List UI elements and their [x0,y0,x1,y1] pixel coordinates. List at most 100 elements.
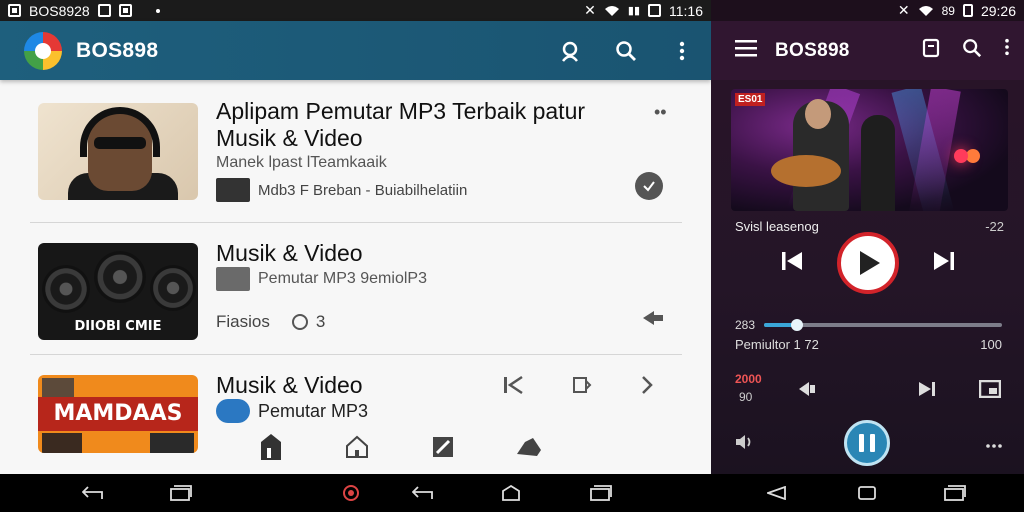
fast-forward-button[interactable] [917,380,937,403]
nav-recents-button-3[interactable] [944,483,966,503]
share-button[interactable] [642,309,664,332]
transport-controls [711,232,1024,294]
list-item[interactable]: DIIOBI CMIE Musik & Video Pemutar MP3 9e… [30,223,682,355]
dot-icon [155,8,160,13]
item-channel: Pemutar MP3 [216,399,368,423]
elapsed-time: 2000 [735,372,762,386]
home-icon [346,435,368,458]
back-icon [412,486,433,499]
item-stat-label: Fiasios [216,312,270,331]
nav-playlist[interactable] [428,432,458,462]
explore-icon [517,438,541,456]
app-logo [24,31,62,70]
wifi-icon [604,5,619,16]
bookmark-icon [922,38,940,58]
nav-library[interactable] [256,432,286,462]
item-subtitle: Pemutar MP3 9emiolP3 [258,270,427,287]
item-title[interactable]: Musik & Video [216,372,363,399]
library-icon [261,434,281,460]
channel-avatar [216,399,250,423]
row-controls [502,375,654,401]
seek-current-time: 283 [735,318,756,332]
profile-button[interactable] [557,38,583,64]
recents-icon [170,485,192,501]
thumbnail-caption: DIIOBI CMIE [74,319,162,334]
rewind-button[interactable] [797,380,817,403]
notification-icon-2 [97,4,111,17]
search-button[interactable] [962,38,982,63]
check-icon [643,181,655,192]
more-horiz-button[interactable] [986,432,1002,453]
pause-button[interactable] [844,420,890,466]
video-thumbnail[interactable]: MAMDAAS [38,375,198,453]
skip-previous-icon [781,251,802,270]
player-app-bar: BOS898 [711,21,1024,80]
app-bar: BOS898 [0,21,711,80]
menu-button[interactable] [735,39,757,62]
mute-icon: ✕ [584,2,596,18]
list-item[interactable]: Aplipam Pemutar MP3 Terbaik patur Musik … [30,80,682,223]
back-triangle-icon [767,486,786,500]
search-icon [616,40,636,61]
overflow-menu-button[interactable] [1004,38,1010,63]
share-icon [643,311,663,325]
item-stats: Fiasios 3 [216,312,325,332]
next-track-button[interactable] [933,251,955,276]
back-icon [82,486,103,499]
search-icon [963,39,982,58]
library-app: BOS8928 ✕ ▮▮ 11:16 BOS898 Aplipam Pemuta… [0,0,711,474]
signal-icon: ▮▮ [627,5,640,17]
item-stat-count: 3 [315,312,326,331]
queue-button[interactable] [572,375,592,401]
nav-assistant-button[interactable] [340,483,362,503]
nav-home-button[interactable] [500,483,522,503]
download-done-button[interactable] [635,172,663,200]
system-nav-bar [0,474,1024,512]
media-list: Aplipam Pemutar MP3 Terbaik patur Musik … [0,80,711,474]
video-thumbnail[interactable] [38,103,198,200]
seek-handle[interactable] [791,319,804,331]
volume-button[interactable] [735,434,755,455]
nav-home[interactable] [342,432,372,462]
next-button[interactable] [640,375,654,401]
more-horiz-icon [986,444,1002,448]
more-vert-icon [679,41,685,60]
search-button[interactable] [613,38,639,64]
overflow-menu-button[interactable] [669,38,695,64]
hamburger-icon [735,40,757,57]
save-button[interactable] [922,38,940,63]
nav-back-button-2[interactable] [412,483,434,503]
mini-controls: 2000 90 [711,370,1024,412]
status-time-left: 11:16 [669,2,703,19]
nav-home-button-2[interactable] [856,483,878,503]
item-more-button[interactable]: •• [654,102,667,123]
item-title[interactable]: Aplipam Pemutar MP3 Terbaik patur Musik … [216,98,646,152]
album-art: ES01 [731,89,1008,211]
image-icon [118,4,132,17]
nav-back-button[interactable] [82,483,104,503]
play-button[interactable] [836,232,899,294]
channel-avatar [216,267,250,291]
item-subtitle: Manek lpast lTeamkaaik [216,154,387,171]
assistant-icon [343,485,359,501]
pause-bar-left [859,434,864,452]
bottom-nav [256,432,544,462]
nav-recents-button[interactable] [170,483,192,503]
channel-avatar [216,178,250,202]
previous-track-button[interactable] [781,251,803,276]
previous-button[interactable] [502,375,524,401]
item-channel: Pemutar MP3 9emiolP3 [216,267,427,291]
nav-recents-button-2[interactable] [590,483,612,503]
status-bar-left: BOS8928 ✕ ▮▮ 11:16 [0,0,711,21]
video-thumbnail[interactable]: DIIOBI CMIE [38,243,198,340]
player-app: ✕ 89 29:26 BOS898 ES01 Svisl leasenog -2… [711,0,1024,474]
chevron-right-icon [642,376,653,394]
nav-back-button-3[interactable] [766,483,788,503]
screen: BOS8928 ✕ ▮▮ 11:16 BOS898 Aplipam Pemuta… [0,0,1024,512]
seek-bar[interactable] [764,319,1002,331]
status-time-right: 29:26 [980,2,1016,19]
nav-explore[interactable] [514,432,544,462]
item-title[interactable]: Musik & Video [216,240,363,267]
cast-button[interactable] [978,379,1002,403]
battery-level: 89 [941,3,955,18]
